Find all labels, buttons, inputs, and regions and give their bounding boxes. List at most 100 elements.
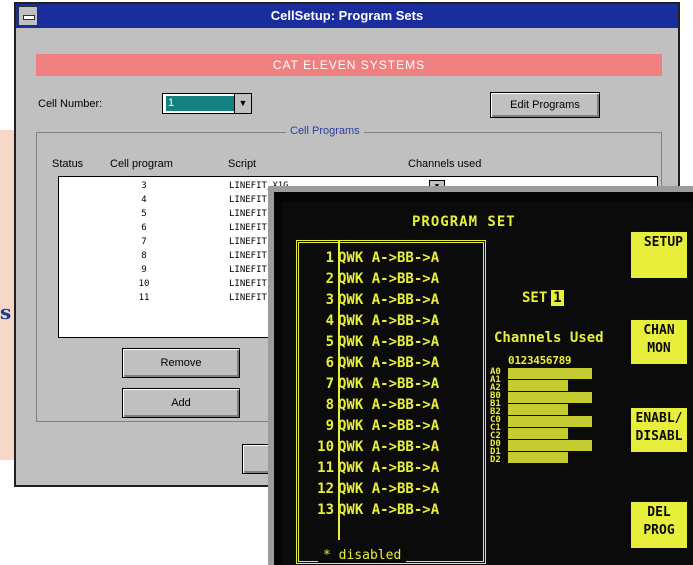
delete-line-1: DEL bbox=[647, 505, 671, 520]
program-number: 8 bbox=[141, 251, 147, 261]
program-row[interactable]: 12 QWK A->BB->A bbox=[296, 479, 439, 499]
program-row-text: QWK A->BB->A bbox=[338, 376, 440, 392]
program-row[interactable]: 1 QWK A->BB->A bbox=[296, 248, 440, 268]
program-number: 4 bbox=[141, 195, 147, 205]
program-row-text: QWK A->BB->A bbox=[338, 397, 440, 413]
program-row[interactable]: 8 QWK A->BB->A bbox=[296, 395, 440, 415]
channel-usage-bar bbox=[508, 404, 568, 415]
program-row-number: 5 bbox=[325, 334, 334, 350]
background-letter: s bbox=[0, 300, 12, 324]
program-row[interactable]: 3 QWK A->BB->A bbox=[296, 290, 440, 310]
delete-line-2: PROG bbox=[643, 523, 675, 538]
column-header-channels-used: Channels used bbox=[408, 158, 482, 170]
set-label: SET bbox=[522, 290, 548, 306]
program-row-text: QWK A->BB->A bbox=[338, 313, 440, 329]
add-button[interactable]: Add bbox=[122, 388, 240, 418]
program-row[interactable]: 5 QWK A->BB->A bbox=[296, 332, 440, 352]
program-row-text: QWK A->BB->A bbox=[338, 481, 440, 497]
program-row-text: QWK A->BB->A bbox=[338, 292, 440, 308]
channel-usage-bar bbox=[508, 428, 568, 439]
column-header-cell-program: Cell program bbox=[110, 158, 173, 170]
program-row-number: 8 bbox=[325, 397, 334, 413]
script-name: LINEFIT bbox=[229, 237, 267, 247]
cell-number-select[interactable]: 1 ▼ bbox=[162, 93, 252, 114]
program-row-number: 13 bbox=[317, 502, 334, 518]
program-row-number: 3 bbox=[325, 292, 334, 308]
program-number: 9 bbox=[141, 265, 147, 275]
chan-mon-line-1: CHAN bbox=[643, 323, 675, 338]
program-row[interactable]: 2 QWK A->BB->A bbox=[296, 269, 440, 289]
set-value: 1 bbox=[551, 290, 564, 306]
dropdown-arrow-icon[interactable]: ▼ bbox=[234, 94, 251, 113]
delete-program-softkey[interactable]: DEL PROG bbox=[631, 502, 687, 548]
channel-usage-bar bbox=[508, 380, 568, 391]
channel-usage-bar bbox=[508, 440, 592, 451]
program-row-number: 11 bbox=[317, 460, 334, 476]
program-row-text: QWK A->BB->A bbox=[338, 271, 440, 287]
program-number: 10 bbox=[138, 279, 150, 289]
program-row-number: 1 bbox=[325, 250, 334, 266]
set-indicator: SET 1 bbox=[522, 290, 564, 306]
program-row-number: 6 bbox=[325, 355, 334, 371]
program-set-title: PROGRAM SET bbox=[412, 214, 516, 230]
cell-number-value: 1 bbox=[166, 96, 234, 111]
program-row-text: QWK A->BB->A bbox=[338, 502, 440, 518]
channel-usage-bar bbox=[508, 452, 568, 463]
enable-line-2: DISABL bbox=[635, 429, 683, 444]
channel-usage-bar bbox=[508, 392, 592, 403]
program-row-text: QWK A->BB->A bbox=[338, 418, 440, 434]
program-row-text: QWK A->BB->A bbox=[338, 355, 440, 371]
system-menu-icon[interactable] bbox=[18, 6, 38, 26]
status-banner: CAT ELEVEN SYSTEMS bbox=[36, 54, 662, 76]
channel-usage-bar bbox=[508, 416, 592, 427]
enable-line-1: ENABL/ bbox=[635, 411, 683, 426]
program-set-screen: PROGRAM SET 1 QWK A->BB->A 2 QWK A->BB->A … bbox=[282, 202, 693, 565]
channel-digit-header: 0123456789 bbox=[508, 354, 572, 367]
program-row-number: 12 bbox=[317, 481, 334, 497]
program-row[interactable]: 13 QWK A->BB->A bbox=[296, 500, 439, 520]
program-row[interactable]: 9 QWK A->BB->A bbox=[296, 416, 440, 436]
window-title-bar: CellSetup: Program Sets bbox=[16, 4, 678, 28]
program-number: 5 bbox=[141, 209, 147, 219]
program-row[interactable]: 6 QWK A->BB->A bbox=[296, 353, 440, 373]
program-number: 6 bbox=[141, 223, 147, 233]
disabled-legend: * disabled bbox=[318, 548, 407, 563]
program-row-text: QWK A->BB->A bbox=[338, 460, 440, 476]
script-name: LINEFIT bbox=[229, 195, 267, 205]
channel-row-label: D2 bbox=[490, 455, 501, 465]
program-row[interactable]: 7 QWK A->BB->A bbox=[296, 374, 440, 394]
script-name: LINEFIT bbox=[229, 223, 267, 233]
script-name: LINEFIT bbox=[229, 209, 267, 219]
remove-button[interactable]: Remove bbox=[122, 348, 240, 378]
cell-number-label: Cell Number: bbox=[38, 98, 103, 110]
setup-softkey[interactable]: SETUP bbox=[631, 232, 687, 278]
script-name: LINEFIT bbox=[229, 279, 267, 289]
cell-programs-group-title: Cell Programs bbox=[286, 125, 364, 137]
program-row-text: QWK A->BB->A bbox=[338, 250, 440, 266]
program-row[interactable]: 11 QWK A->BB->A bbox=[296, 458, 439, 478]
script-name: LINEFIT bbox=[229, 251, 267, 261]
program-row-text: QWK A->BB->A bbox=[338, 439, 440, 455]
window-title: CellSetup: Program Sets bbox=[270, 8, 424, 23]
program-set-panel: PROGRAM SET 1 QWK A->BB->A 2 QWK A->BB->A … bbox=[268, 186, 693, 565]
program-row-number: 4 bbox=[325, 313, 334, 329]
program-row-number: 10 bbox=[317, 439, 334, 455]
column-header-script: Script bbox=[228, 158, 257, 170]
edit-programs-button[interactable]: Edit Programs bbox=[490, 92, 600, 118]
program-row-number: 7 bbox=[325, 376, 334, 392]
chan-mon-line-2: MON bbox=[647, 341, 671, 356]
program-number: 7 bbox=[141, 237, 147, 247]
script-name: LINEFIT bbox=[229, 265, 267, 275]
program-row[interactable]: 10 QWK A->BB->A bbox=[296, 437, 439, 457]
chan-mon-softkey[interactable]: CHAN MON bbox=[631, 320, 687, 364]
program-row-text: QWK A->BB->A bbox=[338, 334, 440, 350]
program-row[interactable]: 4 QWK A->BB->A bbox=[296, 311, 440, 331]
enable-disable-softkey[interactable]: ENABL/DISABL bbox=[631, 408, 687, 452]
channels-used-label: Channels Used bbox=[494, 330, 604, 346]
program-row-number: 2 bbox=[325, 271, 334, 287]
program-row-number: 9 bbox=[325, 418, 334, 434]
script-name: LINEFIT bbox=[229, 293, 267, 303]
column-header-status: Status bbox=[52, 158, 84, 170]
program-number: 3 bbox=[141, 181, 147, 191]
channel-usage-bar bbox=[508, 368, 592, 379]
